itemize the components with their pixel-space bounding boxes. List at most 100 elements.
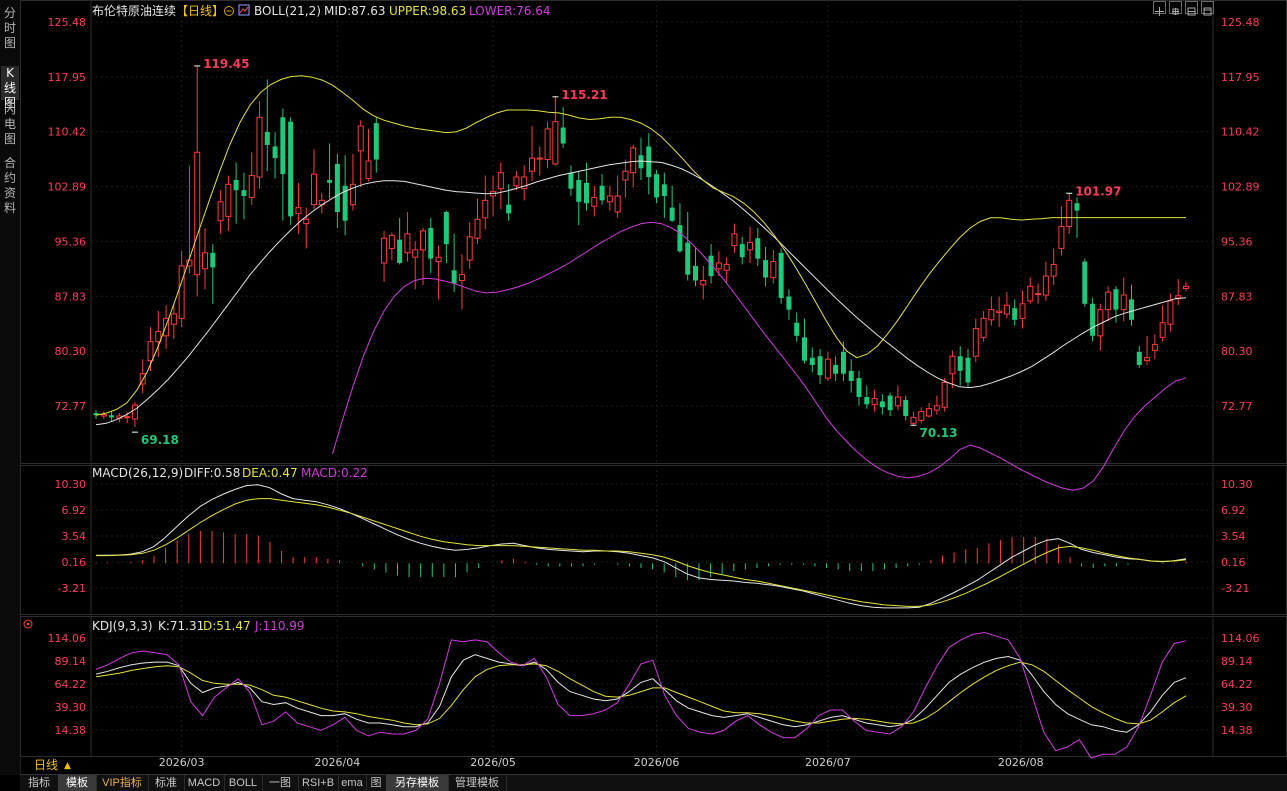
candle-body	[272, 146, 278, 159]
bottom-tab[interactable]: 一图	[262, 775, 299, 791]
candle-body	[327, 179, 333, 183]
candle	[1159, 305, 1166, 342]
candle	[957, 346, 963, 386]
tab-kline-chart[interactable]: K线图	[1, 66, 19, 110]
bottom-tab[interactable]: 管理模板	[448, 775, 507, 791]
crosshair-icon[interactable]	[1153, 1, 1166, 16]
candle	[1082, 258, 1088, 307]
bottom-tab[interactable]: BOLL	[224, 775, 263, 791]
zoom-in-icon[interactable]	[1185, 1, 1198, 16]
candle-body	[529, 157, 535, 172]
bottom-tab[interactable]: 指标	[20, 775, 59, 791]
candle	[397, 217, 403, 265]
tab-intraday-chart[interactable]: 分时图	[1, 6, 19, 52]
candle	[949, 350, 956, 389]
candle-body	[1003, 304, 1010, 315]
macd-label: MACD(26,12,9)	[92, 466, 183, 480]
candle	[739, 236, 745, 265]
price-tick-label-right: 95.36	[1221, 235, 1253, 248]
candle	[887, 392, 893, 416]
candle	[225, 175, 232, 231]
candle-body	[1066, 199, 1073, 228]
bottom-tab[interactable]: 图	[366, 775, 387, 791]
candle	[833, 356, 839, 382]
candle-body	[755, 238, 761, 259]
candle-body	[669, 207, 675, 221]
zoom-out-icon[interactable]	[1169, 1, 1182, 15]
price-tick-label-left: 87.83	[55, 290, 87, 303]
price-tick-label-right: 125.48	[1221, 16, 1260, 29]
circle-minus-icon[interactable]	[224, 6, 234, 16]
candle	[903, 395, 909, 421]
candle-body	[871, 397, 878, 405]
period-dropdown-icon[interactable]: ▲	[64, 761, 71, 771]
kdj-d-value: D:51.47	[203, 619, 251, 633]
candle	[210, 244, 216, 304]
candle-body	[778, 252, 784, 298]
candle	[630, 144, 637, 188]
candle	[802, 318, 807, 364]
candle	[1058, 206, 1065, 256]
candle-body	[576, 179, 582, 202]
bottom-tab[interactable]: ema	[338, 775, 367, 791]
tab-contract-info[interactable]: 合约资料	[1, 156, 19, 216]
price-tick-label-left: 125.48	[48, 16, 87, 29]
annotation-label: 70.13	[920, 426, 958, 440]
chart-settings-icon[interactable]	[238, 4, 250, 16]
bottom-tab[interactable]: RSI+B	[298, 775, 339, 791]
kdj-tick-label-right: 64.22	[1221, 678, 1253, 691]
candle	[864, 385, 870, 409]
candle	[599, 174, 605, 205]
macd-tick-label-left: -3.21	[58, 582, 86, 595]
candle	[178, 251, 185, 328]
candle	[404, 211, 411, 262]
candle	[933, 395, 940, 415]
target-icon[interactable]	[23, 619, 33, 629]
candle-body	[194, 151, 201, 276]
candle	[1003, 292, 1010, 319]
candle-body	[458, 274, 465, 281]
bottom-tab[interactable]: VIP指标	[96, 775, 149, 791]
candle-body	[109, 415, 115, 418]
bottom-tab[interactable]: 模板	[58, 775, 97, 791]
date-tick-label: 2026/04	[315, 756, 361, 769]
macd-tick-label-right: -3.21	[1221, 582, 1249, 595]
candle	[654, 169, 660, 204]
candle-body	[677, 225, 683, 252]
candle	[163, 305, 170, 349]
candle	[972, 318, 979, 363]
candle-body	[996, 310, 1003, 314]
candle	[288, 117, 294, 226]
kline-chart[interactable]: 布伦特原油连续 【日线】 BOLL(21,2) MID:87.63 UPPER:…	[20, 0, 1287, 774]
candle-body	[817, 356, 823, 376]
bottom-tab[interactable]: 标准	[148, 775, 185, 791]
bottom-tab[interactable]: MACD	[184, 775, 225, 791]
date-tick-label: 2026/07	[805, 756, 851, 769]
macd-tick-label-left: 10.30	[55, 478, 87, 491]
candle	[349, 153, 356, 211]
candle-body	[388, 234, 395, 249]
price-tick-label-left: 95.36	[55, 235, 87, 248]
window-icon[interactable]	[1201, 1, 1214, 16]
candle-body	[833, 364, 839, 374]
bottom-tab[interactable]: 另存模板	[386, 775, 449, 791]
candle	[980, 311, 987, 342]
annotation-label: 69.18	[141, 433, 179, 447]
candle-body	[1167, 300, 1174, 325]
candle	[1066, 193, 1073, 234]
candle	[513, 171, 520, 191]
candle-body	[840, 351, 846, 374]
instrument-title: 布伦特原油连续	[92, 3, 176, 18]
candle	[327, 143, 333, 199]
tab-tick-chart[interactable]: 闪电图	[1, 102, 19, 148]
price-tick-label-right: 87.83	[1221, 290, 1253, 303]
candle	[1027, 277, 1034, 304]
candle	[1050, 248, 1057, 285]
candle-body	[591, 196, 598, 207]
period-label[interactable]: 日线	[34, 758, 58, 772]
candle-body	[443, 211, 449, 245]
candle	[817, 348, 823, 384]
sidebar: 分时图 K线图 闪电图 合约资料	[0, 0, 21, 775]
candle-body	[544, 128, 551, 161]
candle-body	[1074, 203, 1080, 211]
